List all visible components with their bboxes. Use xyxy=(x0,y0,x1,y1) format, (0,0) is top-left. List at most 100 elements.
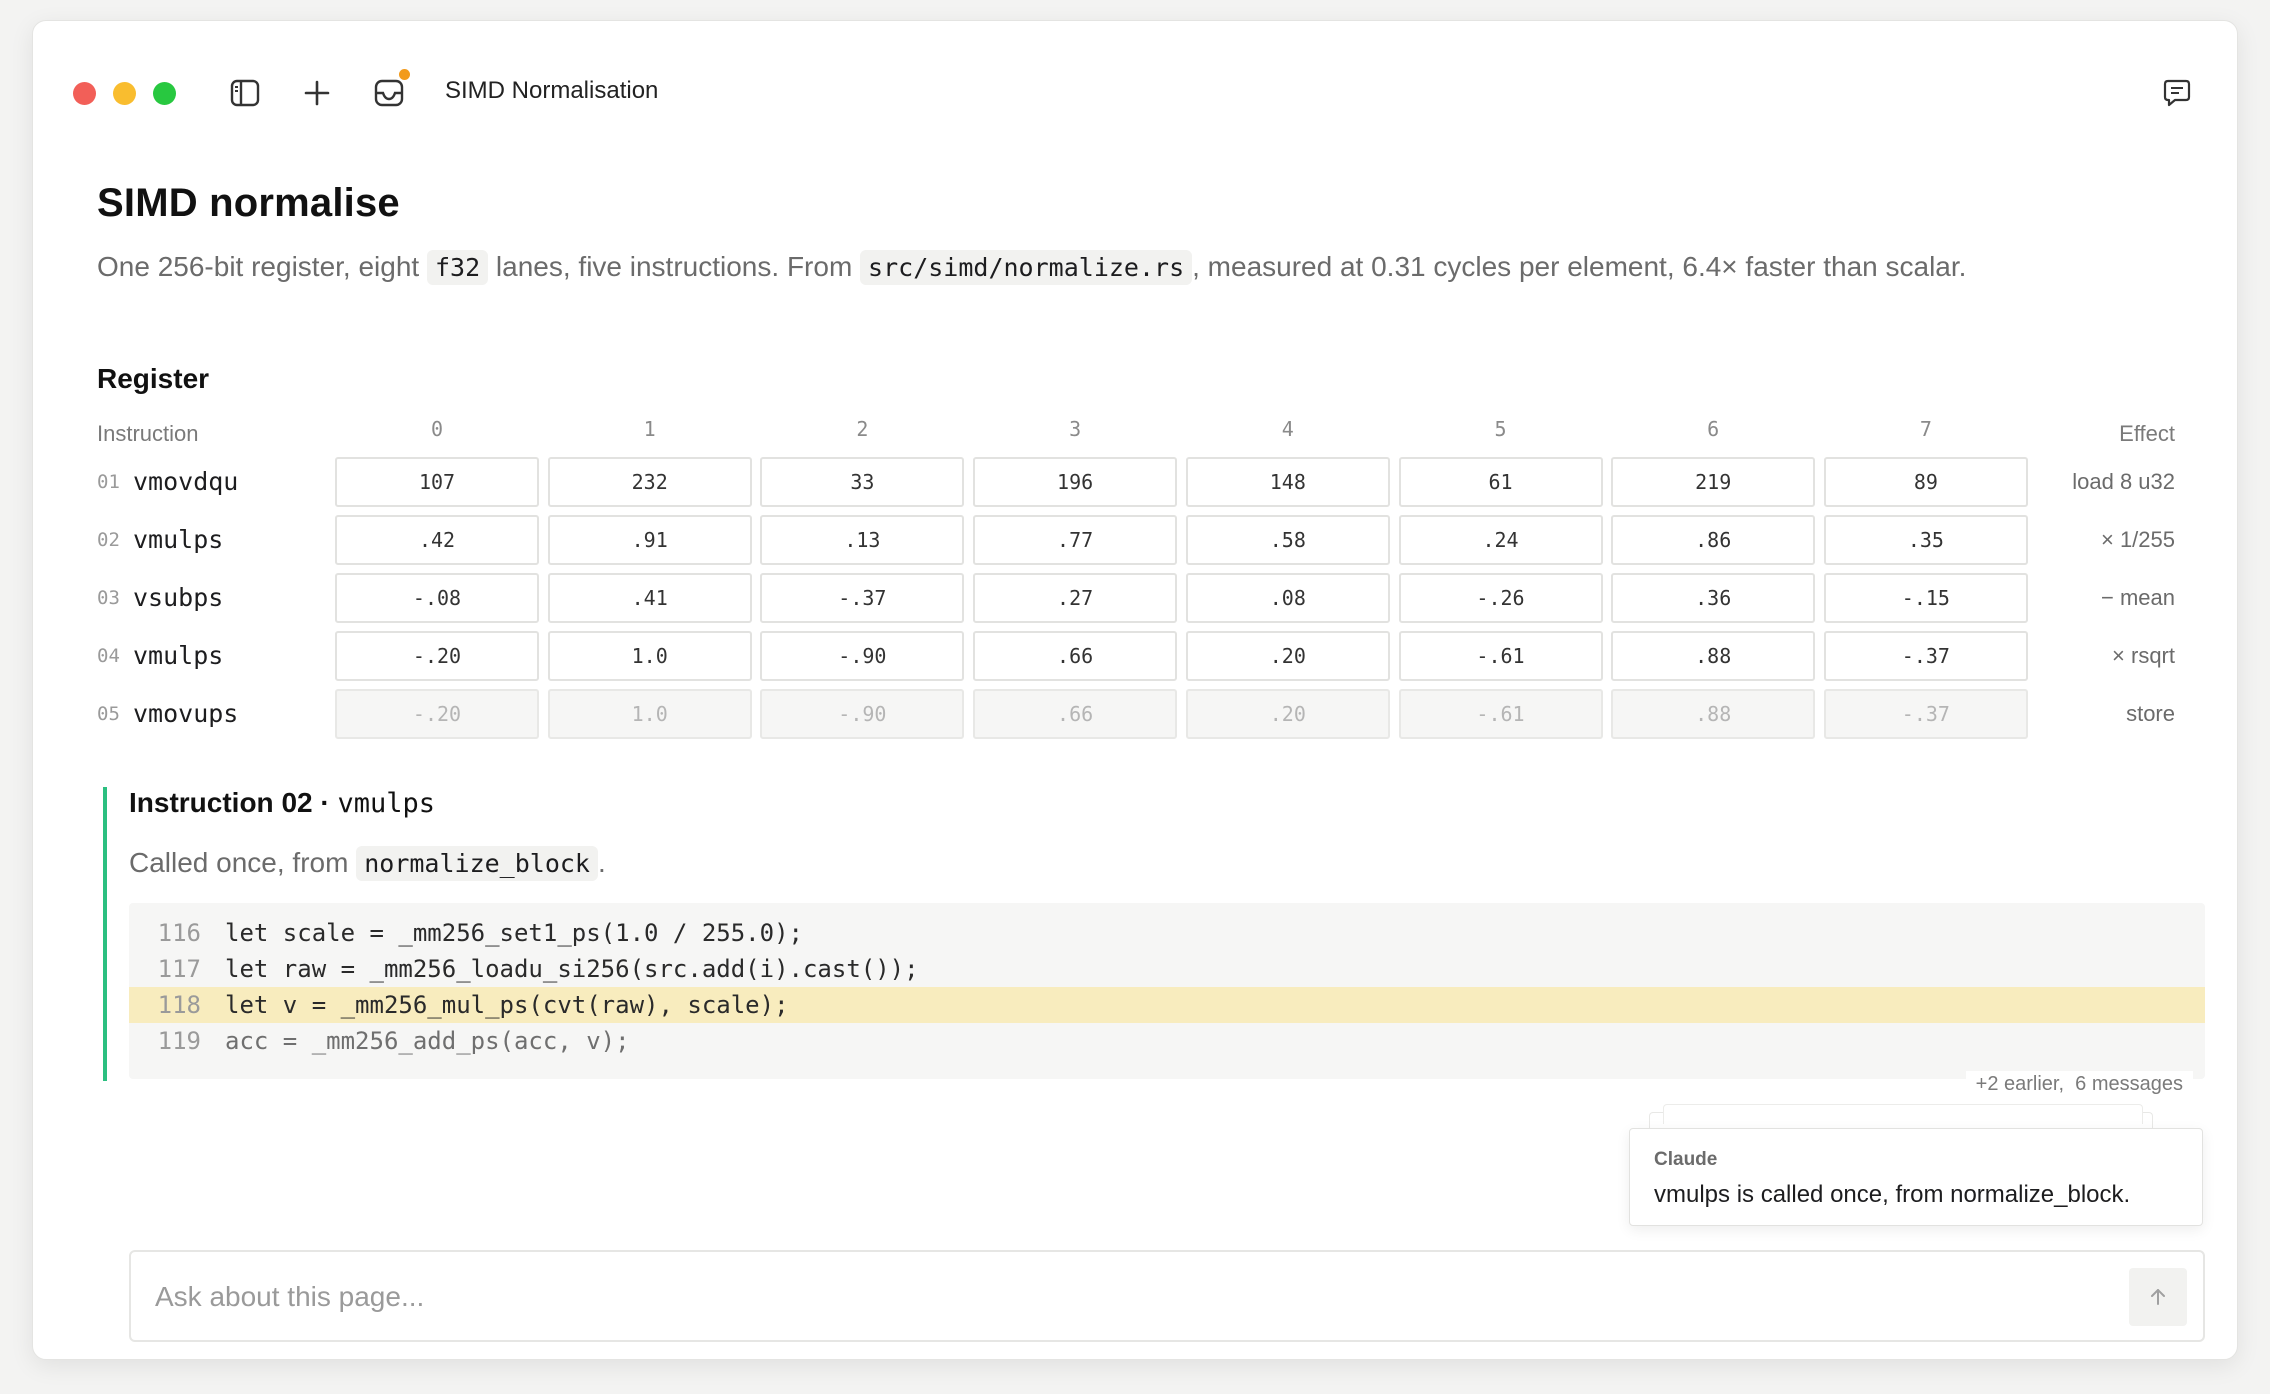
row-number: 05 xyxy=(97,703,120,725)
code-line: 116 let scale = _mm256_set1_ps(1.0 / 255.… xyxy=(129,915,2205,951)
page-content: SIMD normalise One 256-bit register, eig… xyxy=(97,181,2175,739)
source-path-code: src/simd/normalize.rs xyxy=(860,250,1193,285)
lane-value-cell: .13 xyxy=(760,515,965,565)
lane-header: 7 xyxy=(1919,417,1932,441)
arrow-up-icon xyxy=(2151,1289,2165,1305)
instruction-name: vmovups xyxy=(133,699,239,728)
notification-dot xyxy=(399,69,410,80)
called-from-text: Called once, from normalize_block. xyxy=(129,846,606,881)
register-row[interactable]: 04 vmulps -.20 1.0 -.90.66.20 -.61.88 -.37 × rs… xyxy=(97,627,2175,685)
detail-accent-bar xyxy=(103,787,107,1081)
chat-icon[interactable] xyxy=(2157,73,2197,113)
claude-author: Claude xyxy=(1654,1149,1718,1170)
instruction-name: vmulps xyxy=(133,641,224,670)
minimize-window-button[interactable] xyxy=(113,82,136,105)
code-line-highlighted: 118 let v = _mm256_mul_ps(cvt(raw), scale… xyxy=(129,987,2205,1023)
close-window-button[interactable] xyxy=(73,82,96,105)
lane-value-cell: .66 xyxy=(973,631,1178,681)
row-number: 02 xyxy=(97,529,120,551)
detail-title-prefix: Instruction 02 · xyxy=(129,787,338,818)
code-block: 116 let scale = _mm256_set1_ps(1.0 / 255.… xyxy=(129,903,2205,1079)
subtitle-text-pre: One 256-bit register, eight xyxy=(97,251,427,282)
lane-value-cell: .88 xyxy=(1611,631,1816,681)
code-line: 119 acc = _mm256_add_ps(acc, v); xyxy=(129,1023,2205,1059)
plus-icon[interactable] xyxy=(297,73,337,113)
row-effect: × 1/255 xyxy=(2100,527,2175,552)
lane-value-cell: -.37 xyxy=(760,573,965,623)
detail-title: Instruction 02 · vmulps xyxy=(129,787,435,819)
lane-value-cell: 1.0 xyxy=(547,689,752,739)
lane-header: 4 xyxy=(1281,417,1294,441)
window-title: SIMD Normalisation xyxy=(445,77,659,104)
sidebar-toggle-icon[interactable] xyxy=(225,73,265,113)
type-code: f32 xyxy=(426,250,489,285)
lane-value-cell: -.90 xyxy=(760,631,965,681)
lane-value-cell: -.15 xyxy=(1823,573,2028,623)
instruction-name: vmulps xyxy=(133,525,224,554)
line-number: 116 xyxy=(157,919,201,947)
page-title: SIMD normalise xyxy=(97,181,400,225)
lane-value-cell: -.90 xyxy=(760,689,965,739)
instruction-name: vsubps xyxy=(133,583,224,612)
lane-value-cell: 148 xyxy=(1185,457,1390,507)
lane-value-cell: 219 xyxy=(1611,457,1816,507)
lane-value-cell: .20 xyxy=(1185,631,1390,681)
lane-value-cell: -.26 xyxy=(1398,573,1603,623)
claude-message: vmulps is called once, from normalize_bl… xyxy=(1654,1181,2131,1208)
stacked-card-middle xyxy=(1663,1104,2143,1124)
code-line: 117 let raw = _mm256_loadu_si256(src.add(… xyxy=(129,951,2205,987)
row-number: 01 xyxy=(97,471,120,493)
code-text: let raw = _mm256_loadu_si256(src.add(i).… xyxy=(225,955,919,983)
lane-header: 2 xyxy=(856,417,869,441)
lane-value-cell: .42 xyxy=(335,515,539,565)
register-row[interactable]: 05 vmovups -.20 1.0 -.90.66.20 -.61.88 -.37 sto… xyxy=(97,685,2175,743)
lane-value-cell: .86 xyxy=(1611,515,1816,565)
row-number: 04 xyxy=(97,645,120,667)
code-text: let scale = _mm256_set1_ps(1.0 / 255.0); xyxy=(225,919,803,947)
row-effect: load 8 u32 xyxy=(2072,469,2175,494)
row-effect: store xyxy=(2126,701,2175,726)
app-window: SIMD Normalisation SIMD normalise One 25… xyxy=(32,20,2238,1360)
claude-message-card[interactable]: Claude vmulps is called once, from norma… xyxy=(1629,1128,2203,1226)
register-table: Instruction Effect 01234567 01 vmovdqu 107… xyxy=(97,417,2175,743)
lane-header: 6 xyxy=(1707,417,1720,441)
send-button[interactable] xyxy=(2129,1268,2187,1326)
lane-value-cell: .77 xyxy=(973,515,1178,565)
instruction-column-header: Instruction xyxy=(97,421,199,446)
lane-header: 3 xyxy=(1069,417,1082,441)
lane-value-cell: 61 xyxy=(1398,457,1603,507)
lane-value-cell: .58 xyxy=(1185,515,1390,565)
subtitle-text-post: , measured at 0.31 cycles per element, 6… xyxy=(1192,251,1967,282)
lane-value-cell: .35 xyxy=(1823,515,2028,565)
row-effect: − mean xyxy=(2101,585,2175,610)
ask-input[interactable] xyxy=(155,1278,2055,1316)
instruction-name: vmovdqu xyxy=(133,467,239,496)
ask-bar xyxy=(129,1250,2205,1342)
lane-header: 1 xyxy=(643,417,656,441)
lane-value-cell: 89 xyxy=(1823,457,2028,507)
code-text: let v = _mm256_mul_ps(cvt(raw), scale); xyxy=(225,991,789,1019)
detail-title-instruction: vmulps xyxy=(337,788,436,819)
titlebar: SIMD Normalisation xyxy=(33,21,2237,131)
register-row[interactable]: 02 vmulps .42.91.13.77.58.24.86.35 × 1/255 xyxy=(97,511,2175,569)
lane-value-cell: 196 xyxy=(973,457,1178,507)
row-effect: × rsqrt xyxy=(2112,643,2175,668)
lane-value-cell: .88 xyxy=(1611,689,1816,739)
earlier-messages-note[interactable]: +2 earlier, 6 messages xyxy=(1965,1071,2193,1098)
lane-value-cell: -.08 xyxy=(335,573,539,623)
register-row[interactable]: 01 vmovdqu 107 232 33 196 148 61 219 89 load 8 u32 xyxy=(97,453,2175,511)
lane-value-cell: -.61 xyxy=(1398,631,1603,681)
lane-value-cell: -.37 xyxy=(1823,631,2028,681)
called-pre: Called once, from xyxy=(129,847,357,878)
lane-value-cell: -.20 xyxy=(335,631,539,681)
lane-value-cell: .91 xyxy=(547,515,752,565)
lane-value-cell: 1.0 xyxy=(547,631,752,681)
subtitle-text-mid: lanes, five instructions. From xyxy=(488,251,861,282)
maximize-window-button[interactable] xyxy=(153,82,176,105)
lane-value-cell: .27 xyxy=(973,573,1178,623)
lane-header: 0 xyxy=(430,417,444,441)
register-header: Instruction Effect 0 1 2 3 4 5 6 7 xyxy=(97,417,2175,453)
register-row[interactable]: 03 vsubps -.08.41 -.37.27.08 -.26.36 -.15 − me… xyxy=(97,569,2175,627)
lane-value-cell: .24 xyxy=(1398,515,1603,565)
lane-value-cell: .36 xyxy=(1611,573,1816,623)
